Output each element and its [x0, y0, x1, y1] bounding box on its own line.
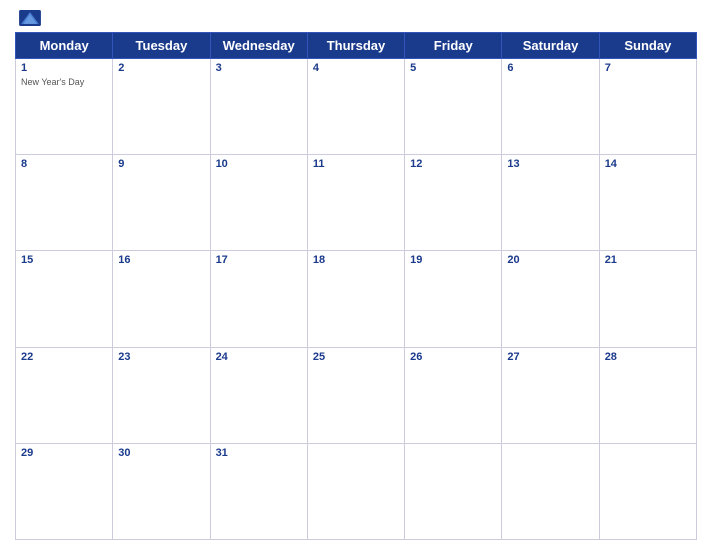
- weekday-header-wednesday: Wednesday: [210, 33, 307, 59]
- calendar-day-cell: 19: [405, 251, 502, 347]
- day-number: 13: [507, 158, 593, 170]
- day-number: 23: [118, 351, 204, 363]
- calendar-day-cell: 1 New Year's Day: [16, 59, 113, 155]
- calendar-day-cell: 27: [502, 347, 599, 443]
- day-number: 21: [605, 254, 691, 266]
- day-number: 14: [605, 158, 691, 170]
- day-number: 28: [605, 351, 691, 363]
- calendar-week-row: 15 16 17 18 19 20 21: [16, 251, 697, 347]
- day-number: 11: [313, 158, 399, 170]
- calendar-header: [15, 10, 697, 26]
- logo: [19, 10, 44, 26]
- day-number: 10: [216, 158, 302, 170]
- day-number: 19: [410, 254, 496, 266]
- day-number: 26: [410, 351, 496, 363]
- day-number: 22: [21, 351, 107, 363]
- weekday-header-row: MondayTuesdayWednesdayThursdayFridaySatu…: [16, 33, 697, 59]
- calendar-day-cell: 7: [599, 59, 696, 155]
- day-number: 8: [21, 158, 107, 170]
- calendar-day-cell: 11: [307, 155, 404, 251]
- day-number: 3: [216, 62, 302, 74]
- weekday-header-monday: Monday: [16, 33, 113, 59]
- calendar-day-cell: [599, 443, 696, 539]
- calendar-day-cell: 16: [113, 251, 210, 347]
- calendar-week-row: 29 30 31: [16, 443, 697, 539]
- calendar-day-cell: 4: [307, 59, 404, 155]
- day-number: 16: [118, 254, 204, 266]
- calendar-day-cell: 6: [502, 59, 599, 155]
- day-number: 6: [507, 62, 593, 74]
- calendar-day-cell: 29: [16, 443, 113, 539]
- weekday-header-saturday: Saturday: [502, 33, 599, 59]
- calendar-day-cell: 25: [307, 347, 404, 443]
- weekday-header-friday: Friday: [405, 33, 502, 59]
- calendar-day-cell: 20: [502, 251, 599, 347]
- day-number: 24: [216, 351, 302, 363]
- calendar-day-cell: 31: [210, 443, 307, 539]
- day-number: 15: [21, 254, 107, 266]
- calendar-day-cell: 9: [113, 155, 210, 251]
- day-number: 12: [410, 158, 496, 170]
- day-number: 4: [313, 62, 399, 74]
- day-number: 18: [313, 254, 399, 266]
- weekday-header-sunday: Sunday: [599, 33, 696, 59]
- calendar-day-cell: 8: [16, 155, 113, 251]
- general-blue-icon: [19, 10, 41, 26]
- calendar-day-cell: 14: [599, 155, 696, 251]
- day-number: 31: [216, 447, 302, 459]
- day-number: 1: [21, 62, 107, 74]
- calendar-day-cell: 24: [210, 347, 307, 443]
- calendar-day-cell: 12: [405, 155, 502, 251]
- calendar-day-cell: 21: [599, 251, 696, 347]
- day-number: 5: [410, 62, 496, 74]
- calendar-day-cell: 5: [405, 59, 502, 155]
- holiday-label: New Year's Day: [21, 77, 84, 87]
- day-number: 2: [118, 62, 204, 74]
- day-number: 17: [216, 254, 302, 266]
- calendar-day-cell: 23: [113, 347, 210, 443]
- calendar-day-cell: 30: [113, 443, 210, 539]
- day-number: 27: [507, 351, 593, 363]
- calendar-day-cell: [307, 443, 404, 539]
- calendar-day-cell: 13: [502, 155, 599, 251]
- day-number: 20: [507, 254, 593, 266]
- weekday-header-tuesday: Tuesday: [113, 33, 210, 59]
- calendar-week-row: 22 23 24 25 26 27 28: [16, 347, 697, 443]
- day-number: 30: [118, 447, 204, 459]
- weekday-header-thursday: Thursday: [307, 33, 404, 59]
- calendar-day-cell: 17: [210, 251, 307, 347]
- day-number: 29: [21, 447, 107, 459]
- calendar-day-cell: 15: [16, 251, 113, 347]
- day-number: 25: [313, 351, 399, 363]
- calendar-day-cell: [405, 443, 502, 539]
- calendar-day-cell: 28: [599, 347, 696, 443]
- calendar-day-cell: 22: [16, 347, 113, 443]
- calendar-week-row: 89 10 11 12 13 14: [16, 155, 697, 251]
- calendar-day-cell: 2: [113, 59, 210, 155]
- calendar-day-cell: 26: [405, 347, 502, 443]
- calendar-week-row: 1 New Year's Day 234567: [16, 59, 697, 155]
- calendar-day-cell: [502, 443, 599, 539]
- day-number: 7: [605, 62, 691, 74]
- calendar-day-cell: 18: [307, 251, 404, 347]
- calendar-day-cell: 3: [210, 59, 307, 155]
- calendar-table: MondayTuesdayWednesdayThursdayFridaySatu…: [15, 32, 697, 540]
- calendar-day-cell: 10: [210, 155, 307, 251]
- day-number: 9: [118, 158, 204, 170]
